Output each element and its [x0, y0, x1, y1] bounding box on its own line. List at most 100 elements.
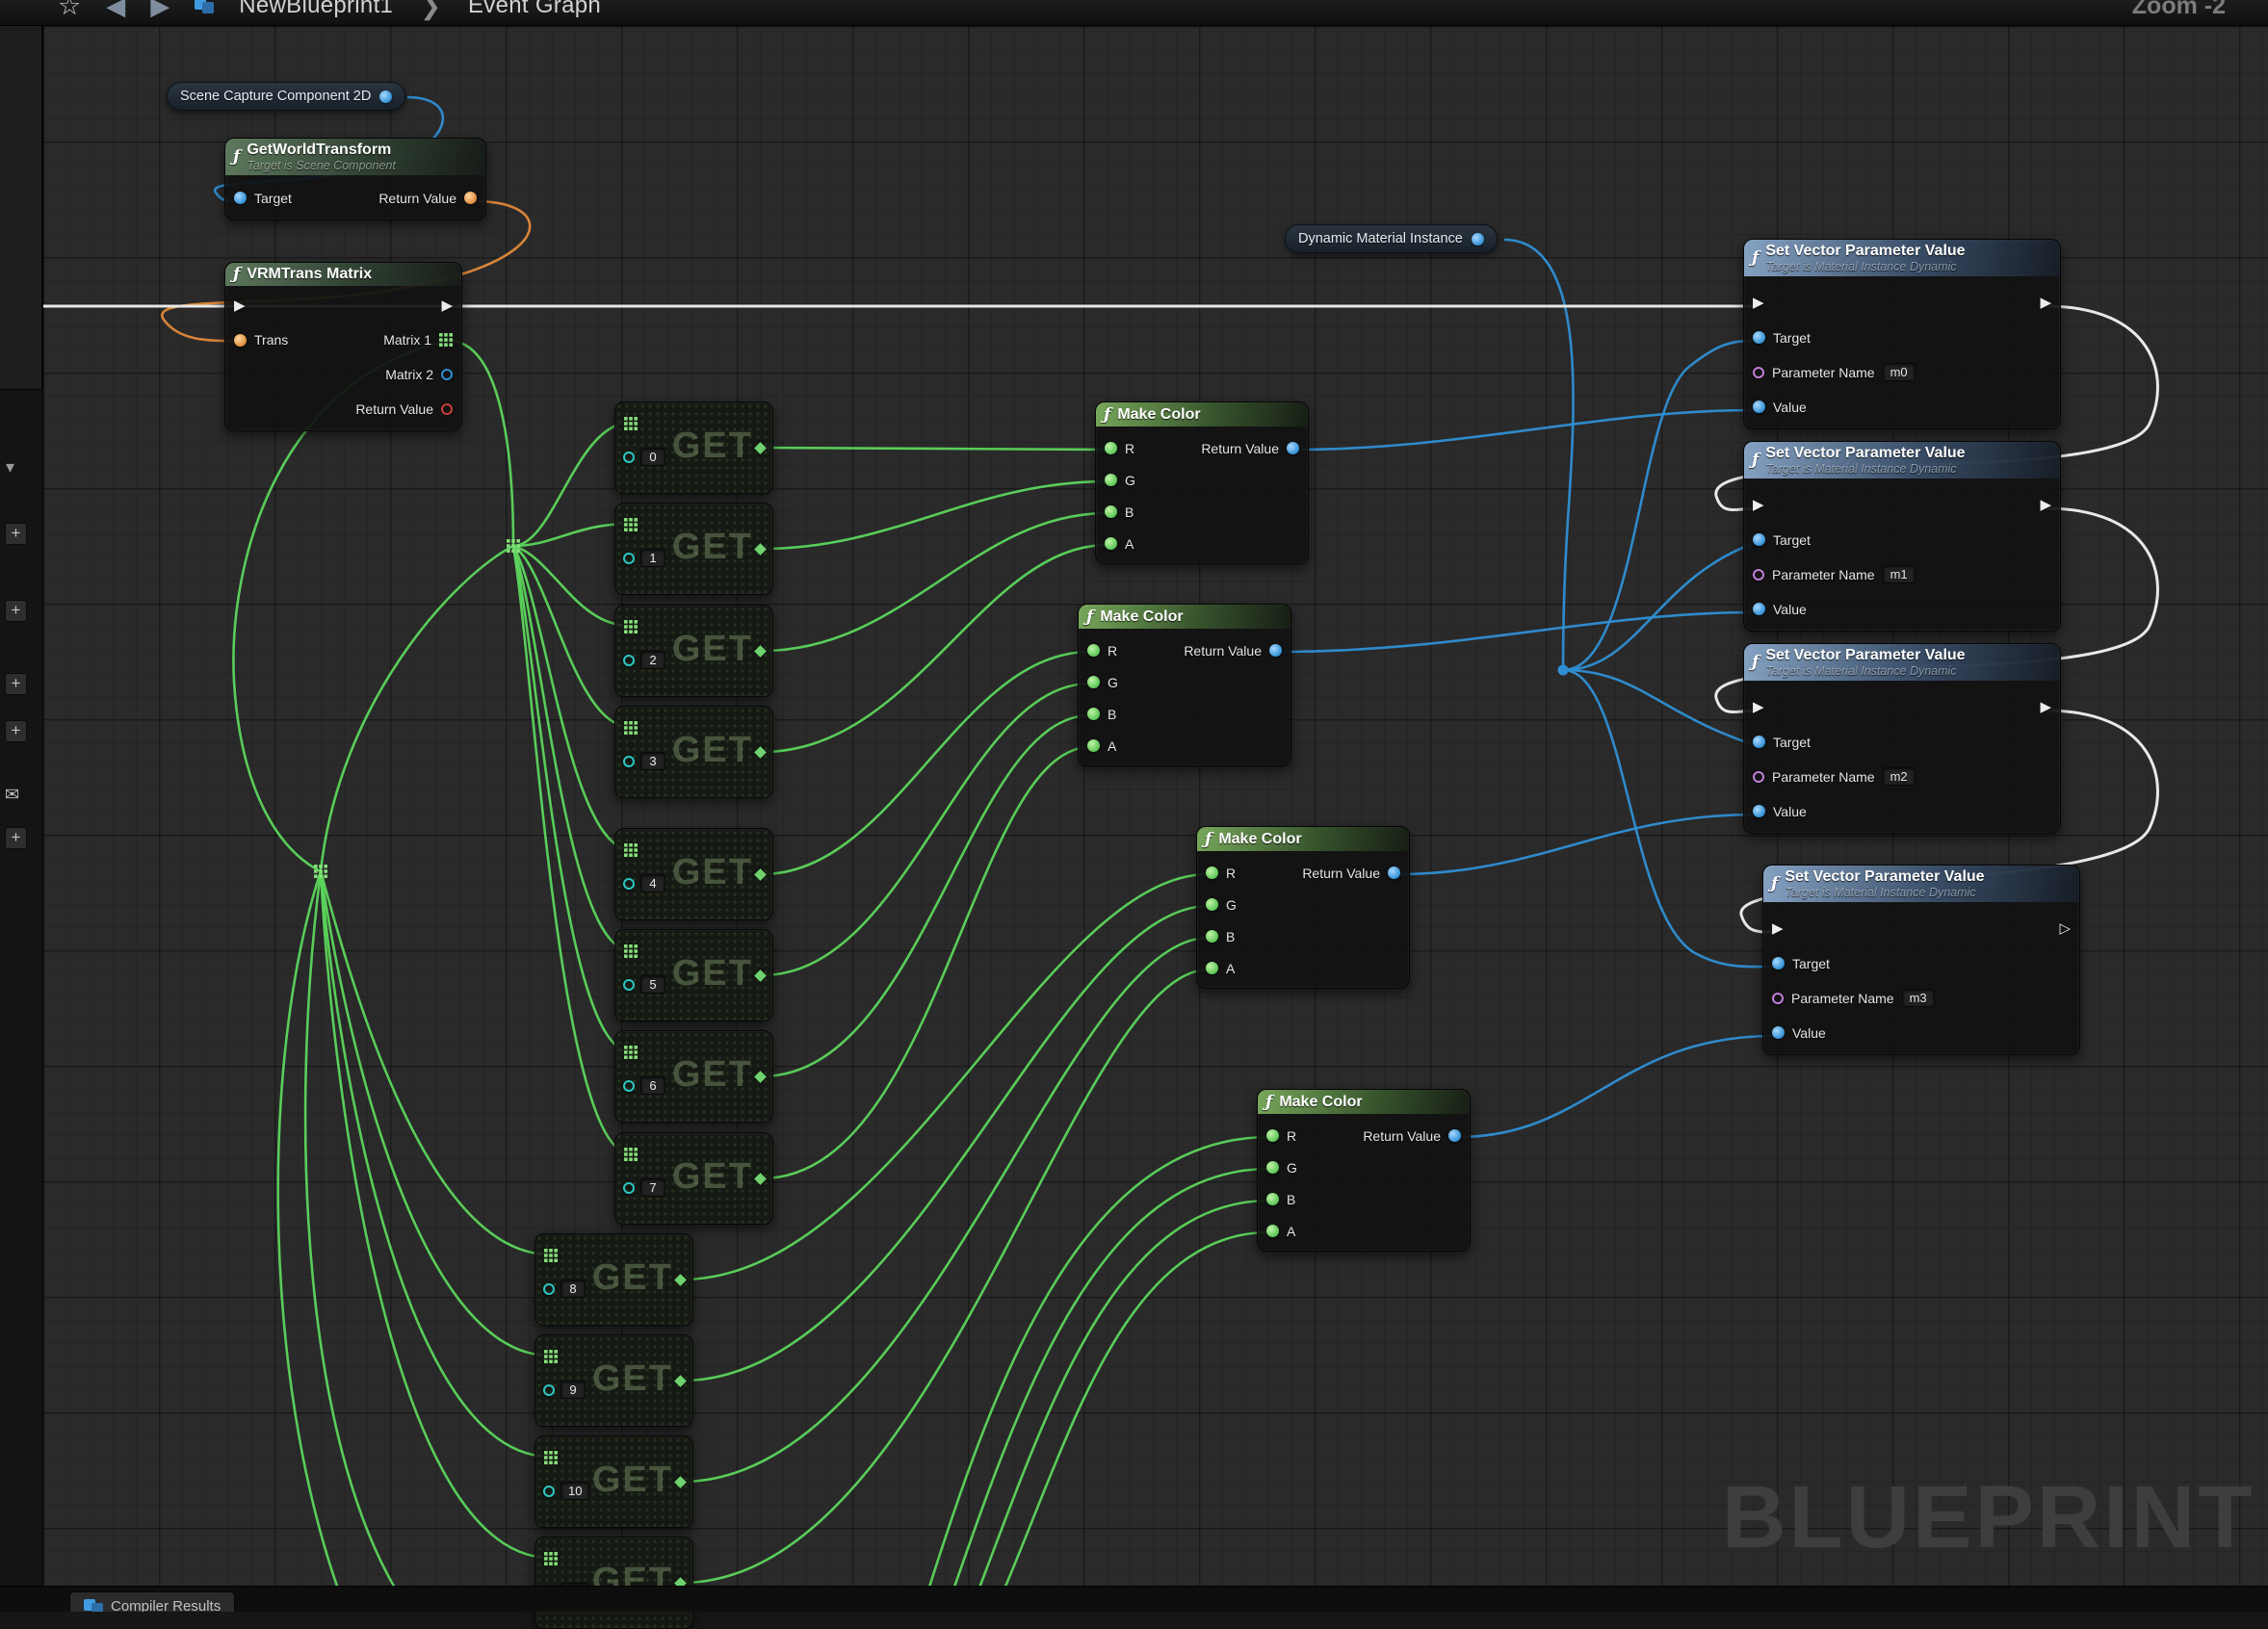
- a-input-pin[interactable]: [1087, 739, 1100, 752]
- index-input-pin[interactable]: [623, 979, 635, 991]
- index-field[interactable]: 8: [560, 1280, 586, 1298]
- favorite-star-icon[interactable]: ☆: [58, 0, 81, 19]
- parameter-name-input-pin[interactable]: [1753, 771, 1764, 783]
- return-value-output-pin[interactable]: [464, 192, 477, 204]
- g-input-pin[interactable]: [1087, 676, 1100, 688]
- b-input-pin[interactable]: [1105, 505, 1117, 518]
- array-input-pin[interactable]: [624, 944, 638, 958]
- node-get-world-transform[interactable]: ƒ GetWorldTransform Target is Scene Comp…: [224, 138, 486, 220]
- array-get-node[interactable]: 11 GET: [534, 1537, 693, 1629]
- array-input-pin[interactable]: [624, 417, 638, 430]
- array-input-pin[interactable]: [624, 843, 638, 857]
- add-button[interactable]: +: [5, 600, 27, 622]
- index-field[interactable]: 1: [640, 549, 665, 567]
- breadcrumb-blueprint[interactable]: NewBlueprint1: [239, 0, 393, 19]
- r-input-pin[interactable]: [1087, 644, 1100, 657]
- return-value-output-pin[interactable]: [441, 403, 453, 415]
- array-get-node[interactable]: 2 GET: [614, 605, 773, 697]
- array-input-pin[interactable]: [544, 1249, 558, 1262]
- index-field[interactable]: 10: [560, 1482, 589, 1500]
- target-input-pin[interactable]: [234, 192, 247, 204]
- index-input-pin[interactable]: [623, 878, 635, 890]
- index-field[interactable]: 6: [640, 1076, 665, 1095]
- node-set-vector-parameter-value[interactable]: ƒ Set Vector Parameter Value Target is M…: [1762, 865, 2080, 1055]
- g-input-pin[interactable]: [1206, 898, 1218, 911]
- array-output-pin[interactable]: [439, 333, 453, 347]
- b-input-pin[interactable]: [1087, 708, 1100, 720]
- add-button[interactable]: +: [5, 827, 27, 849]
- index-field[interactable]: 4: [640, 874, 665, 892]
- g-input-pin[interactable]: [1105, 474, 1117, 486]
- node-set-vector-parameter-value[interactable]: ƒ Set Vector Parameter Value Target is M…: [1743, 239, 2061, 429]
- r-input-pin[interactable]: [1266, 1129, 1279, 1142]
- node-set-vector-parameter-value[interactable]: ƒ Set Vector Parameter Value Target is M…: [1743, 643, 2061, 834]
- object-output-pin[interactable]: [379, 90, 392, 103]
- index-field[interactable]: 0: [640, 448, 665, 466]
- exec-output-pin[interactable]: ▶: [2040, 700, 2051, 714]
- variable-node-dynamic-material-instance[interactable]: Dynamic Material Instance: [1285, 224, 1498, 253]
- index-input-pin[interactable]: [543, 1283, 555, 1295]
- compiler-results-tab[interactable]: Compiler Results: [69, 1591, 235, 1612]
- return-value-output-pin[interactable]: [1269, 644, 1282, 657]
- chevron-down-icon[interactable]: ▾: [6, 457, 14, 478]
- element-output-pin[interactable]: [754, 970, 767, 982]
- index-field[interactable]: 9: [560, 1381, 586, 1399]
- target-input-pin[interactable]: [1772, 957, 1785, 970]
- r-input-pin[interactable]: [1105, 442, 1117, 454]
- array-input-pin[interactable]: [544, 1350, 558, 1363]
- b-input-pin[interactable]: [1266, 1193, 1279, 1205]
- parameter-name-field[interactable]: m0: [1883, 363, 1916, 381]
- value-input-pin[interactable]: [1753, 805, 1765, 817]
- value-input-pin[interactable]: [1753, 603, 1765, 615]
- envelope-icon[interactable]: ✉: [5, 785, 19, 805]
- node-make-color[interactable]: ƒ Make Color R Return Value G B A: [1095, 401, 1309, 564]
- node-set-vector-parameter-value[interactable]: ƒ Set Vector Parameter Value Target is M…: [1743, 441, 2061, 632]
- element-output-pin[interactable]: [754, 645, 767, 658]
- target-input-pin[interactable]: [1753, 331, 1765, 344]
- element-output-pin[interactable]: [674, 1274, 687, 1286]
- exec-output-pin[interactable]: ▶: [2040, 296, 2051, 310]
- target-input-pin[interactable]: [1753, 736, 1765, 748]
- index-field[interactable]: 7: [640, 1178, 665, 1197]
- index-input-pin[interactable]: [543, 1384, 555, 1396]
- exec-input-pin[interactable]: ▶: [1753, 700, 1764, 714]
- exec-output-pin[interactable]: ▶: [441, 298, 453, 313]
- index-input-pin[interactable]: [623, 655, 635, 666]
- array-get-node[interactable]: 10 GET: [534, 1435, 693, 1528]
- element-output-pin[interactable]: [754, 1173, 767, 1185]
- array-get-node[interactable]: 6 GET: [614, 1030, 773, 1123]
- element-output-pin[interactable]: [754, 1071, 767, 1083]
- parameter-name-field[interactable]: m3: [1902, 989, 1935, 1007]
- forward-arrow-icon[interactable]: ▶: [150, 0, 169, 21]
- exec-input-pin[interactable]: ▶: [1772, 921, 1784, 936]
- index-input-pin[interactable]: [623, 1182, 635, 1194]
- matrix2-output-pin[interactable]: [441, 369, 453, 380]
- exec-input-pin[interactable]: ▶: [1753, 498, 1764, 512]
- breadcrumb-graph[interactable]: Event Graph: [468, 0, 601, 19]
- exec-input-pin[interactable]: ▶: [234, 298, 246, 313]
- parameter-name-input-pin[interactable]: [1772, 993, 1784, 1004]
- array-get-node[interactable]: 1 GET: [614, 503, 773, 595]
- element-output-pin[interactable]: [754, 868, 767, 881]
- array-get-node[interactable]: 9 GET: [534, 1334, 693, 1427]
- parameter-name-field[interactable]: m1: [1883, 565, 1916, 583]
- back-arrow-icon[interactable]: ◀: [106, 0, 125, 21]
- index-input-pin[interactable]: [623, 452, 635, 463]
- array-input-pin[interactable]: [624, 1046, 638, 1059]
- add-button[interactable]: +: [5, 673, 27, 695]
- return-value-output-pin[interactable]: [1448, 1129, 1461, 1142]
- trans-input-pin[interactable]: [234, 334, 247, 347]
- element-output-pin[interactable]: [674, 1476, 687, 1488]
- value-input-pin[interactable]: [1772, 1026, 1785, 1039]
- array-get-node[interactable]: 5 GET: [614, 929, 773, 1021]
- target-input-pin[interactable]: [1753, 533, 1765, 546]
- index-input-pin[interactable]: [623, 1080, 635, 1092]
- array-get-node[interactable]: 8 GET: [534, 1233, 693, 1326]
- array-get-node[interactable]: 0 GET: [614, 401, 773, 494]
- array-get-node[interactable]: 3 GET: [614, 706, 773, 798]
- value-input-pin[interactable]: [1753, 401, 1765, 413]
- index-field[interactable]: 2: [640, 651, 665, 669]
- return-value-output-pin[interactable]: [1287, 442, 1299, 454]
- index-field[interactable]: 5: [640, 975, 665, 994]
- element-output-pin[interactable]: [674, 1375, 687, 1387]
